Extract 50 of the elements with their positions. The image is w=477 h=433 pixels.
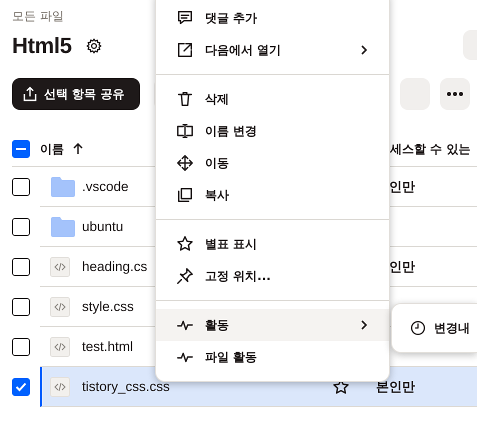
sort-up-icon[interactable] [72,143,84,155]
checkbox[interactable] [12,258,30,276]
settings-icon[interactable] [86,38,102,54]
code-file-icon [50,376,70,396]
access-text: 인만 [389,178,415,196]
checkbox[interactable] [12,378,30,396]
checkbox[interactable] [12,178,30,196]
code-file-icon [50,336,70,356]
minus-icon [16,148,26,150]
trash-icon [176,90,194,108]
folder-icon [50,216,76,238]
access-text: 본인만 [376,378,415,396]
column-header[interactable]: 세스할 수 있는 [390,140,470,158]
menu-item[interactable]: 다음에서 열기 [156,34,389,66]
code-file-icon [50,296,70,316]
upload-icon [22,86,38,102]
share-button[interactable]: 선택 항목 공유 [12,78,140,110]
external-link-icon [176,41,194,59]
menu-item[interactable]: 파일 활동 [156,341,389,373]
checkbox[interactable] [12,338,30,356]
checkbox[interactable] [12,298,30,316]
select-all-checkbox[interactable] [12,140,30,158]
menu-item[interactable]: 고정 위치... [156,260,389,292]
menu-item[interactable]: 이름 변경 [156,115,389,147]
column-header[interactable]: 이름 [40,140,64,158]
more-button[interactable] [440,78,470,110]
code-file-icon [50,256,70,276]
move-icon [176,154,194,172]
menu-item[interactable]: 삭제 [156,83,389,115]
checkmark-icon [15,382,27,392]
menu-item[interactable]: 댓글 추가 [156,2,389,34]
clock-icon [410,320,426,336]
star-icon [176,235,194,253]
rename-icon [176,122,194,140]
copy-icon [176,186,194,204]
file-name[interactable]: tistory_css.css [82,379,332,394]
pin-icon [176,267,194,285]
access-text: 인만 [389,258,415,276]
checkbox[interactable] [12,218,30,236]
folder-icon [50,176,76,198]
chevron-right-icon [359,44,369,56]
folder-title: Html5 [12,33,72,59]
menu-item[interactable]: 변경내 [392,312,477,344]
menu-item[interactable]: 복사 [156,179,389,211]
more-icon [447,92,463,96]
menu-item[interactable]: 활동 [156,309,389,341]
menu-item[interactable]: 별표 표시 [156,228,389,260]
comment-icon [176,9,194,27]
chevron-right-icon [359,319,369,331]
menu-item[interactable]: 이동 [156,147,389,179]
